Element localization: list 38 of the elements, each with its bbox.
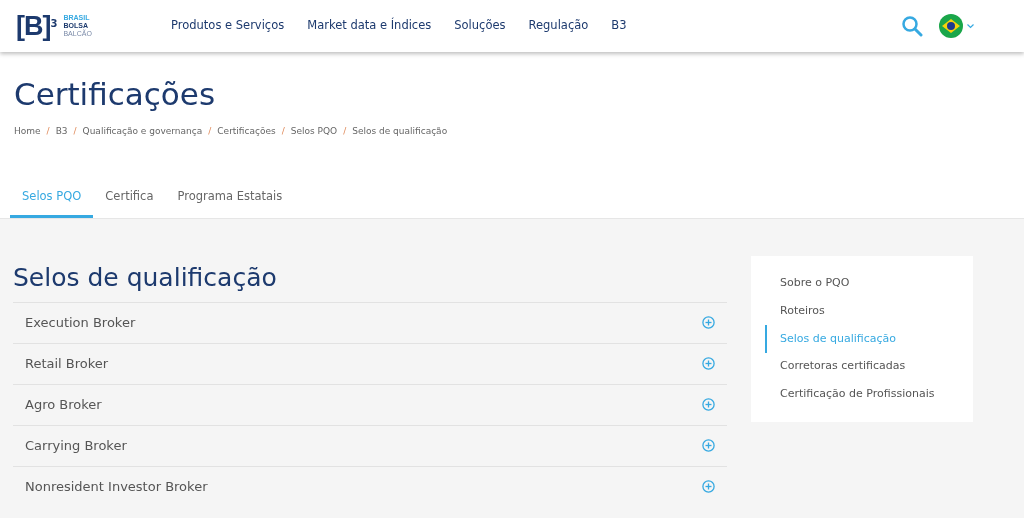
flag-icon[interactable] <box>939 14 963 38</box>
plus-circle-icon <box>702 398 715 412</box>
side-menu-item[interactable]: Certificação de Profissionais <box>765 380 973 408</box>
breadcrumb-link[interactable]: Certificações <box>217 125 276 139</box>
plus-circle-icon <box>702 480 715 494</box>
accordion-header[interactable]: Carrying Broker <box>13 424 727 466</box>
nav-link[interactable]: Regulação <box>528 17 589 35</box>
section-title: Selos de qualificação <box>13 262 278 293</box>
search-icon[interactable] <box>901 15 923 37</box>
accordion-header[interactable]: Retail Broker <box>13 342 727 384</box>
nav-link[interactable]: B3 <box>611 17 627 35</box>
logo-superscript: 3 <box>50 17 58 29</box>
breadcrumb-link[interactable]: Qualificação e governança <box>82 125 203 139</box>
breadcrumb-separator: / <box>73 125 77 139</box>
plus-circle-icon <box>702 357 715 371</box>
logo-mark[interactable]: [B] <box>16 12 51 40</box>
side-menu-item[interactable]: Sobre o PQO <box>765 269 973 298</box>
breadcrumb-separator: / <box>281 125 285 139</box>
breadcrumb-link[interactable]: Home <box>14 125 41 139</box>
plus-circle-icon <box>702 439 715 453</box>
accordion-header[interactable]: Agro Broker <box>13 383 727 425</box>
plus-circle-icon <box>702 316 715 330</box>
accordion-header[interactable]: Nonresident Investor Broker <box>13 465 727 507</box>
breadcrumb-separator: / <box>208 125 212 139</box>
chevron-down-icon[interactable] <box>967 23 974 29</box>
side-menu-item[interactable]: Corretoras certificadas <box>765 352 973 381</box>
tab[interactable]: Certifica <box>93 187 166 218</box>
breadcrumb-link[interactable]: B3 <box>55 125 68 139</box>
nav-link[interactable]: Market data e Índices <box>307 17 432 35</box>
breadcrumb-link[interactable]: Selos PQO <box>290 125 338 139</box>
accordion-header[interactable]: Execution Broker <box>13 301 727 343</box>
breadcrumb-separator: / <box>46 125 50 139</box>
nav-link[interactable]: Produtos e Serviços <box>171 17 285 35</box>
tab[interactable]: Programa Estatais <box>165 187 295 218</box>
breadcrumb-separator: / <box>343 125 347 139</box>
side-menu-item[interactable]: Roteiros <box>765 297 973 326</box>
nav-link[interactable]: Soluções <box>454 17 506 35</box>
page-title: Certificações <box>14 76 217 114</box>
